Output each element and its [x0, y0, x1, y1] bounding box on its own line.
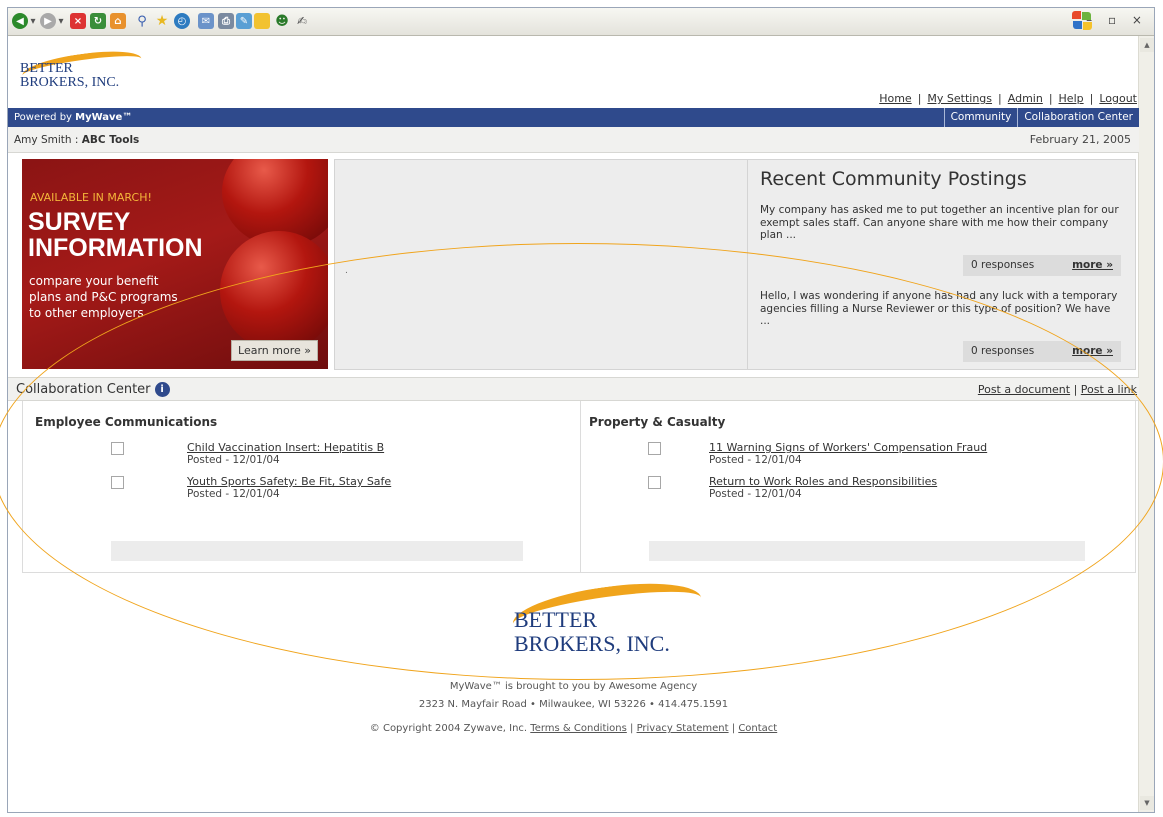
panel-title: Employee Communications [35, 415, 218, 429]
panel-footer-strip [111, 541, 523, 561]
posted-date: Posted - 12/01/04 [187, 488, 280, 500]
home-link[interactable]: Home [879, 92, 911, 105]
banner-subtext: compare your benefit plans and P&C progr… [29, 274, 178, 321]
user-bar: Amy Smith : ABC Tools February 21, 2005 [8, 127, 1139, 153]
logout-link[interactable]: Logout [1099, 92, 1137, 105]
edit-icon[interactable]: ✎ [236, 13, 252, 29]
print-icon[interactable]: ⎙ [218, 13, 234, 29]
footer-logo: BETTER BROKERS, INC. [494, 574, 705, 673]
post-document-link[interactable]: Post a document [978, 383, 1070, 396]
document-link[interactable]: Youth Sports Safety: Be Fit, Stay Safe [187, 475, 391, 488]
site-header: BETTER BROKERS, INC. Home | My Settings | Ad… [8, 36, 1139, 108]
page-footer: BETTER BROKERS, INC. MyWave™ is brought … [8, 573, 1139, 743]
terms-link[interactable]: Terms & Conditions [530, 723, 627, 734]
search-icon[interactable]: ⚲ [134, 13, 150, 29]
info-icon[interactable]: i [154, 382, 170, 397]
response-count: 0 responses [971, 259, 1035, 271]
nav-tabs: Community Collaboration Center [943, 108, 1139, 127]
powered-by-label: Powered by [14, 112, 76, 123]
favorites-icon[interactable]: ★ [154, 13, 170, 29]
refresh-icon[interactable]: ↻ [90, 13, 106, 29]
posted-date: Posted - 12/01/04 [709, 454, 802, 466]
document-link[interactable]: 11 Warning Signs of Workers' Compensatio… [709, 441, 987, 454]
privacy-link[interactable]: Privacy Statement [637, 723, 729, 734]
footer-copyright-line: © Copyright 2004 Zywave, Inc. Terms & Co… [369, 723, 778, 734]
postings-title: Recent Community Postings [760, 168, 1027, 190]
stop-icon[interactable]: × [70, 13, 86, 29]
browser-window: ◀ ▾ ▶ ▾ × ↻ ⌂ ⚲ ★ ◴ ✉ ⎙ ✎ ☻ ✍ – ▫ × ▲ ▼ [7, 7, 1155, 813]
collaboration-links: Post a document | Post a link [977, 383, 1137, 396]
footer-agency-line: MyWave™ is brought to you by Awesome Age… [449, 681, 698, 692]
messenger-icon[interactable]: ☻ [274, 13, 290, 29]
content-placeholder: . [334, 159, 748, 370]
panel-title: Property & Casualty [589, 415, 726, 429]
post-link-link[interactable]: Post a link [1081, 383, 1137, 396]
tool-name: ABC Tools [81, 134, 140, 146]
window-controls[interactable]: – ▫ × [1086, 13, 1148, 27]
powered-by-brand: MyWave™ [75, 112, 133, 123]
page-content: BETTER BROKERS, INC. Home | My Settings | Ad… [8, 36, 1139, 743]
tab-community[interactable]: Community [943, 108, 1018, 127]
collaboration-panels: Employee Communications Child Vaccinatio… [22, 401, 1136, 573]
posting-text: Hello, I was wondering if anyone has had… [760, 290, 1118, 328]
panel-property-casualty: Property & Casualty 11 Warning Signs of … [581, 401, 1137, 572]
posted-date: Posted - 12/01/04 [709, 488, 802, 500]
apple-image [220, 231, 328, 351]
current-date: February 21, 2005 [1029, 133, 1131, 146]
promo-row: AVAILABLE IN MARCH! SURVEY INFORMATION c… [8, 159, 1139, 377]
learn-more-button[interactable]: Learn more » [231, 340, 318, 361]
help-link[interactable]: Help [1059, 92, 1084, 105]
collaboration-header: Collaboration Center i Post a document | … [8, 377, 1139, 401]
survey-banner[interactable]: AVAILABLE IN MARCH! SURVEY INFORMATION c… [22, 159, 328, 369]
posting-text: My company has asked me to put together … [760, 204, 1119, 242]
item-checkbox[interactable] [648, 476, 661, 489]
panel-employee-communications: Employee Communications Child Vaccinatio… [23, 401, 580, 572]
back-icon[interactable]: ◀ [12, 13, 28, 29]
item-checkbox[interactable] [111, 476, 124, 489]
posting-responses: 0 responses more » [963, 341, 1121, 362]
item-checkbox[interactable] [648, 442, 661, 455]
scroll-down-icon[interactable]: ▼ [1140, 796, 1154, 810]
history-icon[interactable]: ◴ [174, 13, 190, 29]
banner-availability: AVAILABLE IN MARCH! [30, 191, 152, 204]
dropdown-icon[interactable]: ▾ [57, 13, 65, 29]
site-logo[interactable]: BETTER BROKERS, INC. [18, 45, 158, 98]
panel-footer-strip [649, 541, 1085, 561]
footer-address-line: 2323 N. Mayfair Road • Milwaukee, WI 532… [418, 699, 729, 710]
dropdown-icon[interactable]: ▾ [29, 13, 37, 29]
banner-headline: SURVEY INFORMATION [28, 208, 203, 263]
more-link[interactable]: more » [1072, 255, 1113, 276]
document-link[interactable]: Child Vaccination Insert: Hepatitis B [187, 441, 384, 454]
recent-postings: Recent Community Postings My company has… [748, 159, 1136, 370]
response-count: 0 responses [971, 345, 1035, 357]
scroll-up-icon[interactable]: ▲ [1140, 38, 1154, 52]
more-link[interactable]: more » [1072, 341, 1113, 362]
nav-bar: Powered by MyWave™ Community Collaborati… [8, 108, 1139, 127]
notes-icon[interactable] [254, 13, 270, 29]
forward-icon[interactable]: ▶ [40, 13, 56, 29]
posting-responses: 0 responses more » [963, 255, 1121, 276]
item-checkbox[interactable] [111, 442, 124, 455]
research-icon[interactable]: ✍ [294, 13, 310, 29]
user-name: Amy Smith [14, 134, 72, 146]
vertical-scrollbar[interactable]: ▲ ▼ [1138, 36, 1154, 812]
browser-toolbar: ◀ ▾ ▶ ▾ × ↻ ⌂ ⚲ ★ ◴ ✉ ⎙ ✎ ☻ ✍ – ▫ × [8, 8, 1154, 36]
home-icon[interactable]: ⌂ [110, 13, 126, 29]
tab-collaboration-center[interactable]: Collaboration Center [1017, 108, 1139, 127]
mail-icon[interactable]: ✉ [198, 13, 214, 29]
top-links: Home | My Settings | Admin | Help | Logout [879, 92, 1137, 105]
document-link[interactable]: Return to Work Roles and Responsibilitie… [709, 475, 937, 488]
user-separator: : [71, 134, 82, 146]
my-settings-link[interactable]: My Settings [927, 92, 992, 105]
admin-link[interactable]: Admin [1008, 92, 1043, 105]
contact-link[interactable]: Contact [738, 723, 777, 734]
collaboration-title: Collaboration Center i [16, 382, 170, 397]
posted-date: Posted - 12/01/04 [187, 454, 280, 466]
